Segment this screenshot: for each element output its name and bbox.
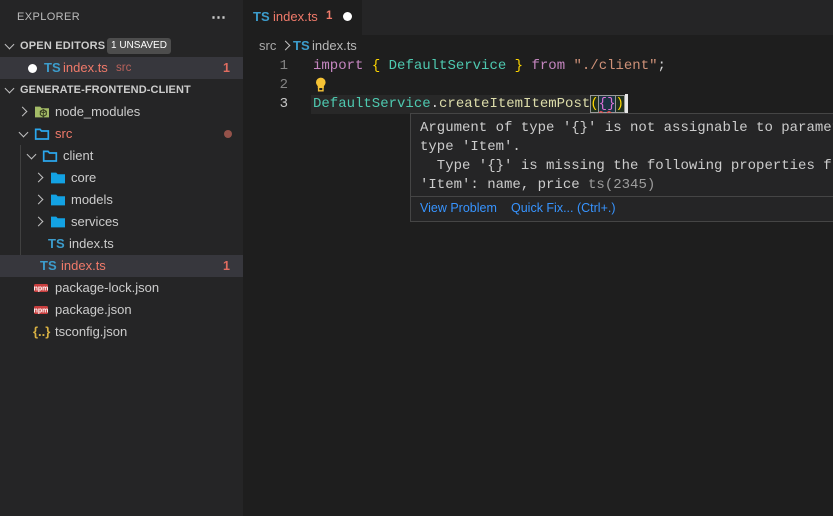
svg-text:npm: npm	[34, 308, 49, 315]
svg-text:npm: npm	[34, 286, 49, 293]
